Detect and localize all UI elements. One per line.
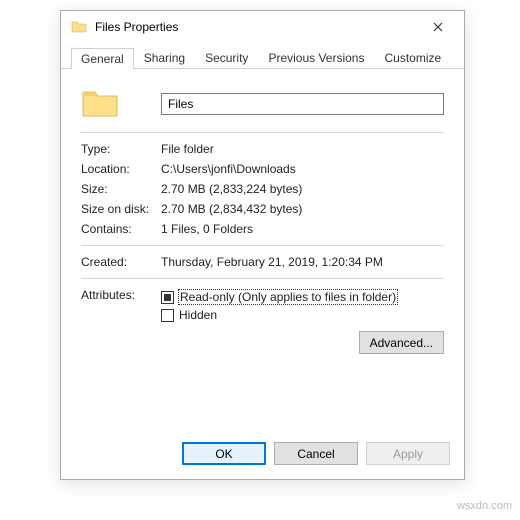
tab-security[interactable]: Security [195,47,258,68]
titlebar: Files Properties [61,11,464,43]
tab-body-general: Type: File folder Location: C:\Users\jon… [61,69,464,432]
tab-previous-versions[interactable]: Previous Versions [258,47,374,68]
apply-button[interactable]: Apply [366,442,450,465]
type-label: Type: [81,142,161,156]
divider [81,278,444,279]
tab-general[interactable]: General [71,48,134,69]
properties-dialog: Files Properties General Sharing Securit… [60,10,465,480]
sizeondisk-value: 2.70 MB (2,834,432 bytes) [161,202,444,216]
divider [81,132,444,133]
hidden-label: Hidden [179,308,217,322]
created-value: Thursday, February 21, 2019, 1:20:34 PM [161,255,444,269]
contains-row: Contains: 1 Files, 0 Folders [81,219,444,239]
ok-button[interactable]: OK [182,442,266,465]
sizeondisk-label: Size on disk: [81,202,161,216]
tab-customize[interactable]: Customize [374,47,451,68]
readonly-checkbox-row[interactable]: Read-only (Only applies to files in fold… [161,288,444,306]
location-value: C:\Users\jonfi\Downloads [161,162,444,176]
cancel-button[interactable]: Cancel [274,442,358,465]
tab-sharing[interactable]: Sharing [134,47,195,68]
tab-strip: General Sharing Security Previous Versio… [61,43,464,69]
readonly-checkbox[interactable] [161,291,174,304]
readonly-label: Read-only (Only applies to files in fold… [179,290,397,304]
attributes-row: Attributes: Read-only (Only applies to f… [81,285,444,327]
close-button[interactable] [418,13,458,41]
watermark: wsxdn.com [457,500,512,512]
hidden-checkbox-row[interactable]: Hidden [161,306,444,324]
folder-large-icon [81,86,161,121]
folder-icon [71,19,87,35]
dialog-button-bar: OK Cancel Apply [61,432,464,479]
window-title: Files Properties [95,20,418,34]
size-label: Size: [81,182,161,196]
sizeondisk-row: Size on disk: 2.70 MB (2,834,432 bytes) [81,199,444,219]
attributes-value: Read-only (Only applies to files in fold… [161,288,444,324]
location-row: Location: C:\Users\jonfi\Downloads [81,159,444,179]
advanced-button[interactable]: Advanced... [359,331,444,354]
type-value: File folder [161,142,444,156]
created-row: Created: Thursday, February 21, 2019, 1:… [81,252,444,272]
size-value: 2.70 MB (2,833,224 bytes) [161,182,444,196]
size-row: Size: 2.70 MB (2,833,224 bytes) [81,179,444,199]
name-row [81,83,444,124]
hidden-checkbox[interactable] [161,309,174,322]
name-input[interactable] [161,93,444,115]
contains-label: Contains: [81,222,161,236]
close-icon [433,22,443,32]
location-label: Location: [81,162,161,176]
divider [81,245,444,246]
contains-value: 1 Files, 0 Folders [161,222,444,236]
created-label: Created: [81,255,161,269]
attributes-label: Attributes: [81,288,161,302]
type-row: Type: File folder [81,139,444,159]
